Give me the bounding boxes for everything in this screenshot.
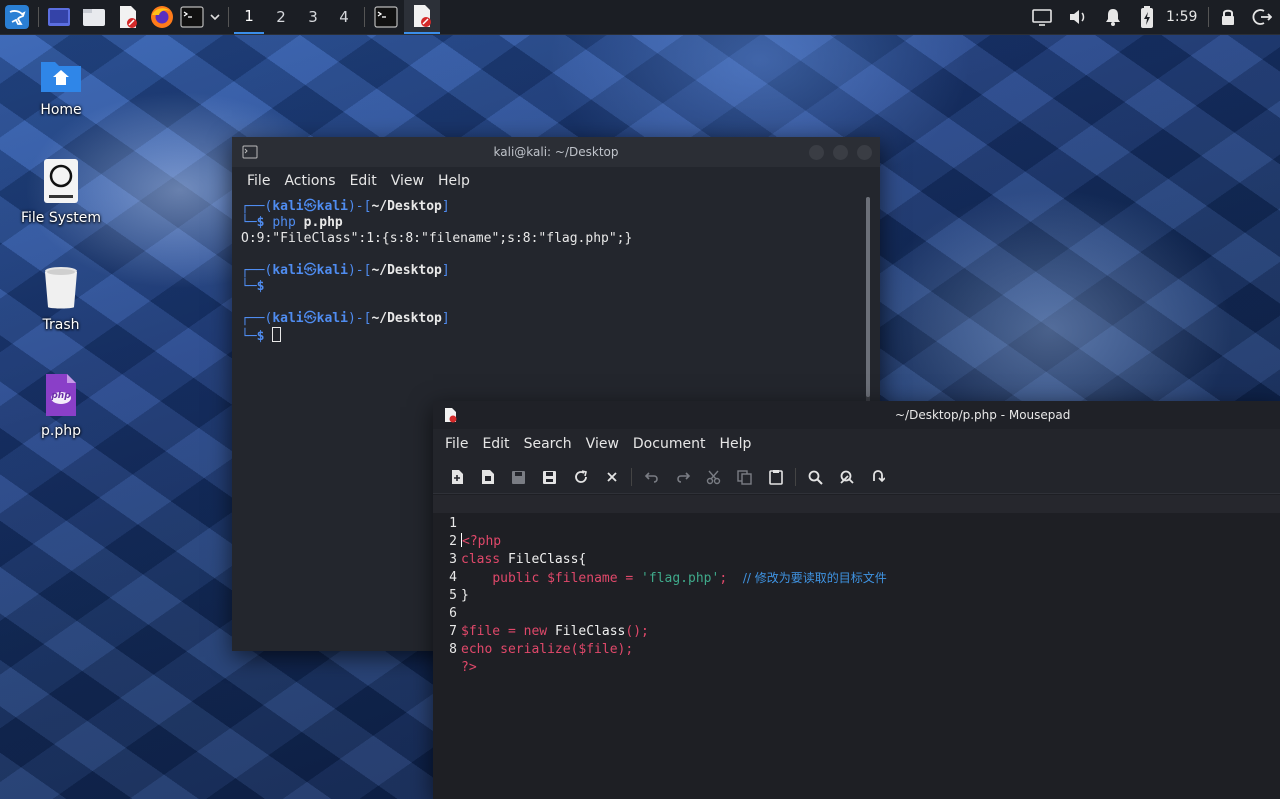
menu-document[interactable]: Document — [626, 436, 713, 452]
menu-view[interactable]: View — [579, 436, 626, 452]
php-file-icon: php — [44, 373, 78, 417]
code-line-5: 5 — [449, 588, 457, 603]
panel-separator — [364, 7, 365, 27]
undo-icon[interactable] — [636, 463, 667, 491]
save-icon[interactable] — [503, 463, 534, 491]
drive-icon — [43, 158, 79, 204]
prompt-line: ┌──(kali㉿kali)-[~/Desktop] — [241, 311, 450, 326]
workspace-1[interactable]: 1 — [234, 0, 264, 34]
code-line-6: 6 $file = new FileClass(); — [449, 606, 649, 639]
text-editor-icon[interactable] — [117, 5, 139, 29]
desktop-icon-label: Home — [40, 102, 82, 118]
workspace-4[interactable]: 4 — [329, 0, 359, 34]
show-desktop-icon[interactable] — [47, 5, 71, 29]
find-icon[interactable] — [800, 463, 831, 491]
mousepad-window-icon — [443, 407, 457, 426]
mousepad-titlebar[interactable]: ~/Desktop/p.php - Mousepad — [433, 401, 1280, 429]
close-icon[interactable] — [596, 463, 627, 491]
menu-actions[interactable]: Actions — [277, 173, 342, 189]
volume-icon[interactable] — [1067, 5, 1089, 29]
menu-file[interactable]: File — [240, 173, 277, 189]
desktop-icon-file-system[interactable]: File System — [11, 158, 111, 226]
desktop-icon-p-php[interactable]: php p.php — [11, 373, 111, 439]
command-line: └─$ — [241, 327, 853, 344]
firefox-icon[interactable] — [150, 5, 174, 29]
code-line-1: 1 <?php — [449, 516, 502, 549]
close-button[interactable] — [857, 145, 872, 160]
php-badge: php — [51, 391, 71, 401]
menu-search[interactable]: Search — [517, 436, 579, 452]
command-line: └─$ php p.php — [241, 215, 343, 230]
kali-menu-icon[interactable] — [4, 5, 30, 29]
mousepad-window[interactable]: ~/Desktop/p.php - Mousepad File Edit Sea… — [433, 401, 1280, 799]
top-panel: 1 2 3 4 1:59 — [0, 0, 1280, 35]
paste-icon[interactable] — [760, 463, 791, 491]
chevron-down-icon[interactable] — [207, 5, 223, 29]
mousepad-task-icon[interactable] — [404, 0, 440, 34]
cut-icon[interactable] — [698, 463, 729, 491]
terminal-scrollbar-thumb[interactable] — [866, 197, 870, 397]
terminal-menubar: File Actions Edit View Help — [232, 167, 880, 195]
desktop-icon-label: p.php — [41, 423, 81, 439]
notification-bell-icon[interactable] — [1103, 5, 1123, 29]
minimize-button[interactable] — [809, 145, 824, 160]
copy-icon[interactable] — [729, 463, 760, 491]
mousepad-menubar: File Edit Search View Document Help — [433, 429, 1280, 459]
panel-separator — [228, 7, 229, 27]
redo-icon[interactable] — [667, 463, 698, 491]
terminal-cursor — [272, 327, 282, 342]
file-manager-icon[interactable] — [82, 5, 106, 29]
terminal-icon[interactable] — [180, 5, 204, 29]
terminal-window-icon — [242, 145, 258, 162]
command-line: └─$ — [241, 279, 265, 294]
goto-icon[interactable] — [862, 463, 893, 491]
battery-icon[interactable] — [1138, 5, 1156, 29]
menu-edit[interactable]: Edit — [475, 436, 516, 452]
save-as-icon[interactable] — [534, 463, 565, 491]
command-output: O:9:"FileClass":1:{s:8:"filename";s:8:"f… — [241, 231, 633, 246]
code-editor[interactable]: 1 <?php 2 class FileClass{ 3 public $fil… — [433, 493, 1280, 799]
mousepad-title: ~/Desktop/p.php - Mousepad — [895, 408, 1071, 422]
desktop-icon-label: Trash — [42, 317, 80, 333]
code-line-3: 3 public $filename = 'flag.php'; // 修改为要… — [449, 552, 887, 586]
workspace-3[interactable]: 3 — [298, 0, 328, 34]
code-line-8: 8 ?> — [449, 642, 477, 675]
menu-file[interactable]: File — [438, 436, 475, 452]
prompt-line: ┌──(kali㉿kali)-[~/Desktop] — [241, 263, 450, 278]
menu-edit[interactable]: Edit — [343, 173, 384, 189]
desktop-icon-trash[interactable]: Trash — [11, 265, 111, 333]
terminal-task-icon[interactable] — [374, 5, 398, 29]
code-line-7: 7 echo serialize($file); — [449, 624, 634, 657]
menu-help[interactable]: Help — [431, 173, 477, 189]
clock[interactable]: 1:59 — [1166, 0, 1197, 34]
home-folder-icon — [39, 56, 83, 96]
menu-help[interactable]: Help — [712, 436, 758, 452]
terminal-title: kali@kali: ~/Desktop — [493, 145, 619, 159]
maximize-button[interactable] — [833, 145, 848, 160]
workspace-2[interactable]: 2 — [266, 0, 296, 34]
new-document-icon[interactable] — [441, 463, 472, 491]
trash-icon — [42, 265, 80, 311]
desktop-icon-home[interactable]: Home — [11, 56, 111, 118]
code-line-2: 2 class FileClass{ — [449, 534, 587, 567]
panel-separator — [38, 7, 39, 27]
menu-view[interactable]: View — [384, 173, 431, 189]
panel-separator — [1208, 7, 1209, 27]
new-window-icon[interactable] — [472, 463, 503, 491]
find-replace-icon[interactable] — [831, 463, 862, 491]
lock-icon[interactable] — [1219, 5, 1237, 29]
desktop-icon-label: File System — [20, 210, 102, 226]
prompt-line: ┌──(kali㉿kali)-[~/Desktop] — [241, 199, 450, 214]
mousepad-toolbar — [433, 459, 1280, 495]
code-line-4: 4 } — [449, 570, 469, 603]
reload-icon[interactable] — [565, 463, 596, 491]
logout-icon[interactable] — [1252, 5, 1272, 29]
terminal-titlebar[interactable]: kali@kali: ~/Desktop — [232, 137, 880, 167]
display-icon[interactable] — [1031, 5, 1053, 29]
current-line-highlight — [433, 495, 1280, 513]
